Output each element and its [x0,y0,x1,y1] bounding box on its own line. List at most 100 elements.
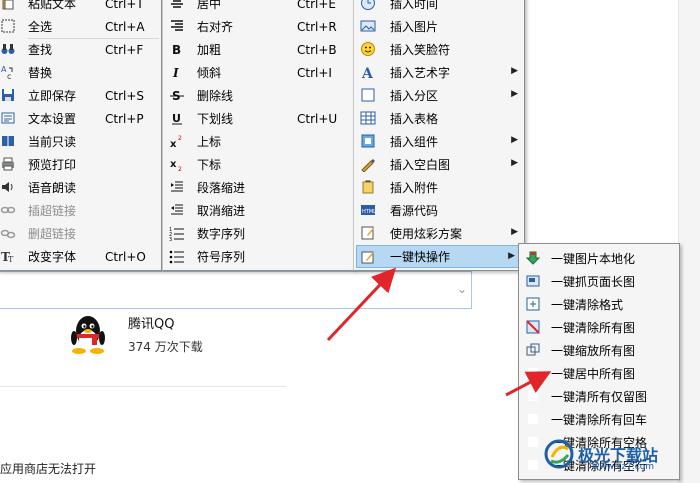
link-remove-icon [0,225,16,241]
menu-item-clear-format[interactable]: 一键清除格式 [519,293,679,316]
page-scrollbar[interactable] [678,0,700,483]
search-box[interactable]: ⌄ [0,271,472,309]
menu-item-picture[interactable]: 插入图片 [354,15,524,38]
menu-item-shortcut: Ctrl+R [297,19,337,34]
blank-image-pen-icon [360,156,376,172]
menu-item-align-center[interactable]: 居中 Ctrl+E [163,0,353,15]
section-icon [360,87,376,103]
menu-item-shortcut: Ctrl+T [105,0,144,11]
menu-item-label: 插入笑脸符 [390,43,451,57]
menu-item-speaker[interactable]: 语音朗读 [0,176,161,199]
menu-item-label: 语音朗读 [28,181,77,195]
menu-item-label: 查找 [28,43,53,57]
menu-item-label: 删除线 [197,89,234,103]
divider [0,386,286,387]
menu-item-subscript[interactable]: x 2 下标 [163,153,353,176]
clock-icon [360,0,376,11]
menu-item-save-disk[interactable]: 立即保存 Ctrl+S [0,84,161,107]
download-count: 374 万次下载 [128,340,203,354]
menu-item-text-settings[interactable]: 文本设置 Ctrl+P [0,107,161,130]
menu-item-italic[interactable]: I 倾斜 Ctrl+I [163,61,353,84]
menu-item-keep-images[interactable]: 一键清所有仅留图 [519,385,679,408]
menu-item-find-binoculars[interactable]: 查找 Ctrl+F [0,38,161,61]
indent-icon [169,179,185,195]
svg-text:c: c [7,72,11,80]
menu-item-quick-action[interactable]: 一键快操作 ▶ [356,245,522,268]
menu-item-label: 粘贴文本 [28,0,77,11]
menu-item-label: 预览打印 [28,158,77,172]
menu-item-shortcut: Ctrl+S [105,88,145,103]
menu-item-label: 插超链接 [28,204,77,218]
menu-item-word-art[interactable]: A 插入艺术字 ▶ [354,61,524,84]
menu-item-bulleted-list[interactable]: 符号序列 [163,245,353,268]
menu-item-select-all[interactable]: 全选 Ctrl+A [0,15,161,38]
menu-item-strikethrough[interactable]: S 删除线 [163,84,353,107]
menu-item-smiley[interactable]: 插入笑脸符 [354,38,524,61]
align-center-icon [169,0,185,11]
menu-item-label: 插入表格 [390,112,439,126]
menu-item-remove-newlines[interactable]: 一键清除所有回车 [519,408,679,431]
chevron-down-icon[interactable]: ⌄ [457,282,467,296]
menu-item-component[interactable]: 插入组件 ▶ [354,130,524,153]
menu-item-label: 插入附件 [390,181,439,195]
menu-item-attachment[interactable]: 插入附件 [354,176,524,199]
download-arrow-icon [525,250,541,266]
menu-item-read-only-book[interactable]: 当前只读 [0,130,161,153]
submenu-arrow-icon: ▶ [511,158,518,168]
svg-text:3: 3 [169,237,172,241]
menu-item-screenshot[interactable]: 一键抓页面长图 [519,270,679,293]
menu-item-font-change[interactable]: T T 改变字体 Ctrl+O [0,245,161,268]
menu-item-label: 一键抓页面长图 [551,275,636,289]
menu-item-html-source[interactable]: HTML 看源代码 [354,199,524,222]
menu-item-section[interactable]: 插入分区 ▶ [354,84,524,107]
menu-item-label: 一键快操作 [390,250,451,264]
bulleted-list-icon [169,248,185,264]
menu-item-clock[interactable]: 插入时间 [354,0,524,15]
menu-item-label: 立即保存 [28,89,77,103]
menu-item-replace[interactable]: Ac 替换 [0,61,161,84]
svg-text:B: B [172,43,181,57]
menu-item-remove-images[interactable]: 一键清除所有图 [519,316,679,339]
bold-icon: B [169,41,185,57]
italic-icon: I [169,64,185,80]
menu-item-align-right[interactable]: 右对齐 Ctrl+R [163,15,353,38]
outdent-icon [169,202,185,218]
menu-item-label: 右对齐 [197,20,234,34]
menu-item-underline[interactable]: U 下划线 Ctrl+U [163,107,353,130]
numbered-list-icon: 123 [169,225,185,241]
menu-item-label: 一键清除格式 [551,298,624,312]
menu-item-label: 一键图片本地化 [551,252,636,266]
quick-action-icon [360,249,376,265]
menu-item-label: 使用炫彩方案 [390,227,463,241]
qq-penguin-icon [66,313,110,359]
svg-text:2: 2 [178,135,182,142]
menu-item-bold[interactable]: B 加粗 Ctrl+B [163,38,353,61]
menu-item-superscript[interactable]: x 2 上标 [163,130,353,153]
menu-item-table[interactable]: 插入表格 [354,107,524,130]
menu-item-label: 一键缩放所有图 [551,344,636,358]
menu-item-scale-images[interactable]: 一键缩放所有图 [519,339,679,362]
menu-item-label: 全选 [28,20,53,34]
menu-item-print-preview[interactable]: 预览打印 [0,153,161,176]
menu-item-label: 插入组件 [390,135,439,149]
submenu-arrow-icon: ▶ [511,66,518,76]
menu-item-shortcut: Ctrl+U [297,111,338,126]
menu-item-download-arrow[interactable]: 一键图片本地化 [519,247,679,270]
menu-item-shortcut: Ctrl+I [297,65,332,80]
print-preview-icon [0,156,16,172]
menu-item-label: 插入分区 [390,89,439,103]
menu-item-paste-text[interactable]: 粘贴文本 Ctrl+T [0,0,161,15]
menu-item-numbered-list[interactable]: 1 2 3 数字序列 [163,222,353,245]
menu-item-shortcut: Ctrl+P [105,111,144,126]
menu-item-blank-image-pen[interactable]: 插入空白图 ▶ [354,153,524,176]
menu-item-center-images[interactable]: 一键居中所有图 [519,362,679,385]
menu-item-shortcut: Ctrl+O [105,249,146,264]
select-all-icon [0,18,16,34]
store-note: 应用商店无法打开 [0,462,97,476]
center-images-icon [525,365,541,381]
menu-item-outdent[interactable]: 取消缩进 [163,199,353,222]
speaker-icon [0,179,16,195]
menu-item-color-scheme[interactable]: 使用炫彩方案 ▶ [354,222,524,245]
menu-item-indent[interactable]: 段落缩进 [163,176,353,199]
app-name[interactable]: 腾讯QQ [128,313,174,332]
